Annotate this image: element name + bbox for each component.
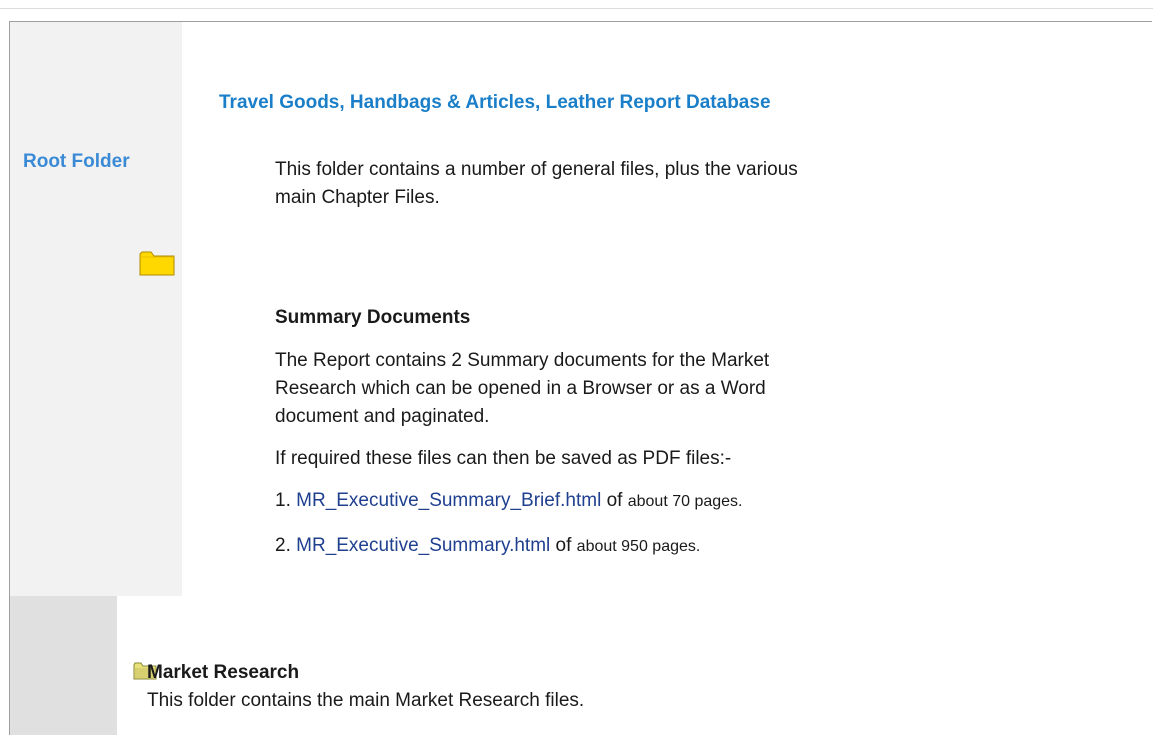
summary-description: The Report contains 2 Summary documents …: [275, 350, 770, 427]
of-label: of: [555, 535, 572, 556]
executive-summary-link[interactable]: MR_Executive_Summary.html: [296, 535, 550, 556]
summary-heading: Summary Documents: [275, 307, 471, 328]
section-strip: [10, 596, 117, 735]
executive-summary-brief-link[interactable]: MR_Executive_Summary_Brief.html: [296, 490, 601, 511]
root-folder-label: Root Folder: [23, 151, 130, 172]
folder-icon: [139, 251, 175, 276]
list-item: 1. MR_Executive_Summary_Brief.html of ab…: [275, 490, 742, 512]
of-label: of: [606, 490, 623, 511]
list-number: 1.: [275, 490, 291, 511]
pdf-note: If required these files can then be save…: [275, 448, 732, 469]
market-research-description: This folder contains the main Market Res…: [147, 690, 585, 711]
list-number: 2.: [275, 535, 291, 556]
list-item: 2. MR_Executive_Summary.html of about 95…: [275, 535, 700, 557]
page-count: about 950 pages.: [576, 538, 701, 555]
content-frame: Root Folder Travel Goods, Handbags & Art…: [9, 21, 1152, 735]
top-divider: [0, 8, 1153, 9]
page-title: Travel Goods, Handbags & Articles, Leath…: [219, 92, 771, 113]
sidebar-column: Root Folder: [10, 22, 182, 596]
page-count: about 70 pages.: [627, 493, 743, 510]
market-research-title[interactable]: Market Research: [147, 662, 299, 684]
root-folder-description: This folder contains a number of general…: [275, 159, 798, 208]
